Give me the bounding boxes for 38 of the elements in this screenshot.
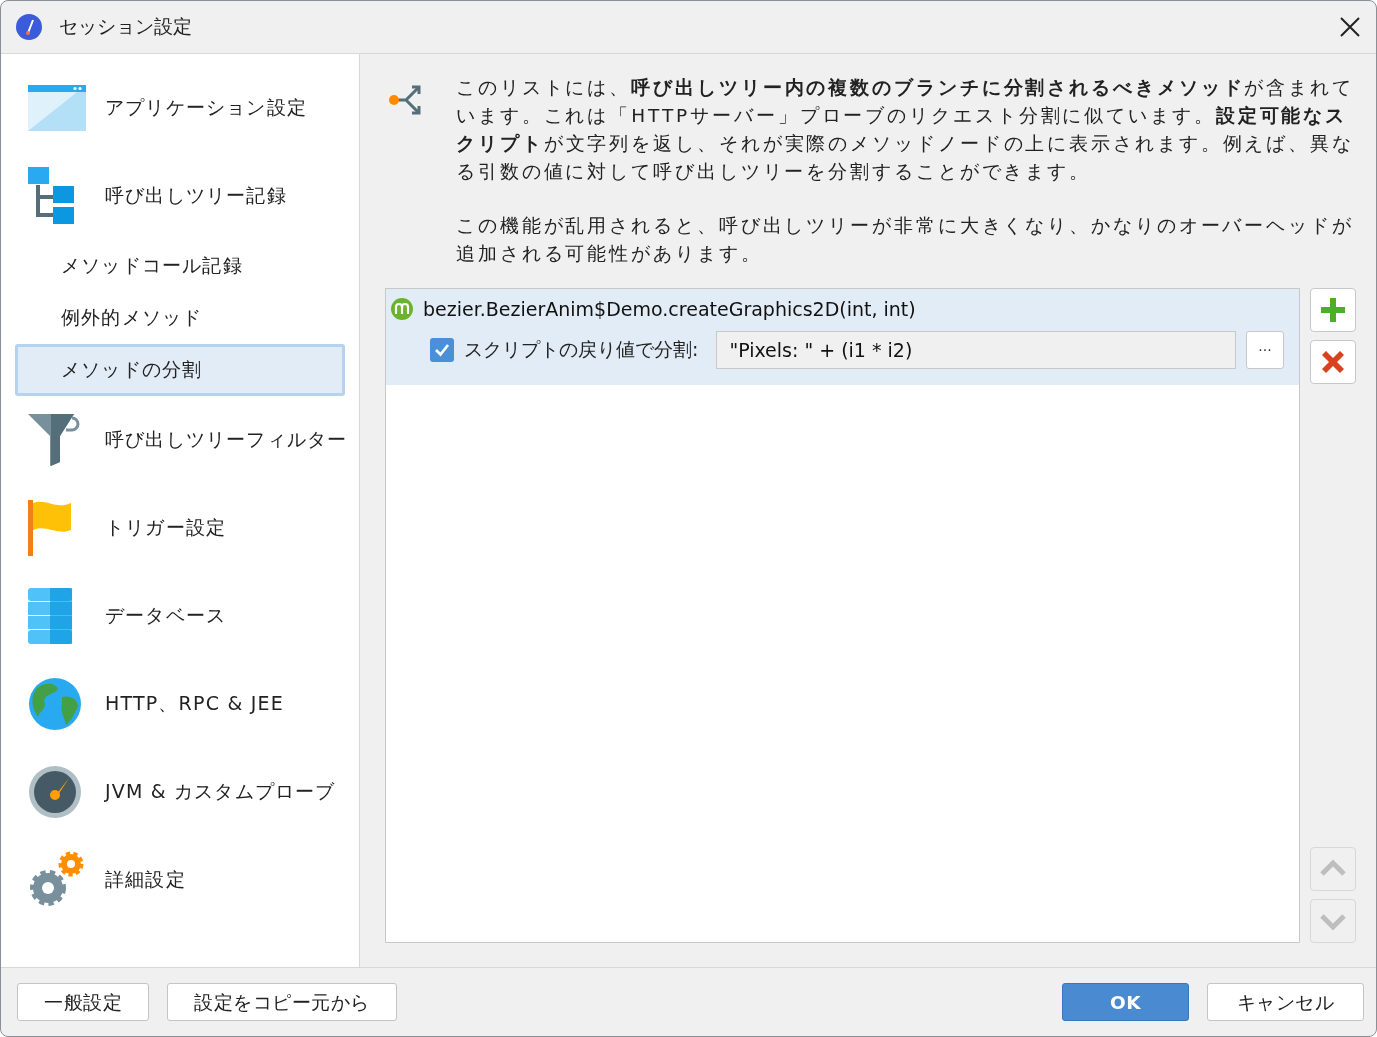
close-icon[interactable] xyxy=(1338,15,1362,39)
method-icon xyxy=(390,297,414,321)
cancel-button[interactable]: キャンセル xyxy=(1207,983,1364,1021)
funnel-icon xyxy=(28,414,82,466)
sidebar-item[interactable]: トリガー設定 xyxy=(105,515,227,541)
browse-button[interactable]: ··· xyxy=(1246,331,1284,369)
add-icon xyxy=(1319,296,1347,324)
sidebar-item[interactable]: メソッドコール記録 xyxy=(15,240,345,292)
script-field[interactable]: "Pixels: " + (i1 * i2) xyxy=(716,331,1236,369)
sidebar-item[interactable]: 呼び出しツリーフィルター xyxy=(105,427,348,453)
description-text: この機能が乱用されると、呼び出しツリーが非常に大きくなり、かなりのオーバーヘッドが追加される可能性があります。 xyxy=(456,214,1355,266)
window-icon xyxy=(28,85,86,131)
globe-icon xyxy=(28,677,82,731)
database-icon xyxy=(28,588,72,644)
method-row[interactable]: bezier.BezierAnim$Demo.createGraphics2D(int, int) スクリプトの戻り値で分割: "Pixels: " + (i1 * i2) ··· xyxy=(386,289,1299,385)
sidebar-item[interactable]: 呼び出しツリー記録 xyxy=(105,183,287,209)
sidebar-item[interactable]: 例外的メソッド xyxy=(15,292,345,344)
ok-button[interactable]: OK xyxy=(1062,983,1189,1021)
checkbox[interactable] xyxy=(430,338,454,362)
description-text: このリストには、呼び出しツリー内の複数のブランチに分割されるべきメソッドが含まれています。これは「HTTPサーバー」プローブのリクエスト分割に似ています。設定可能なスクリプトが文字列を返し、それが実際のメソッドノードの上に表示されます。例えば、異なる引数の値に対して呼び出しツリーを分割することができます。 xyxy=(456,76,1355,184)
sidebar-item[interactable]: データベース xyxy=(105,603,227,629)
method-name[interactable]: bezier.BezierAnim$Demo.createGraphics2D(int, int) xyxy=(423,298,916,320)
add-button[interactable] xyxy=(1310,288,1356,332)
sidebar-item[interactable]: JVM & カスタムプローブ xyxy=(105,779,336,805)
checkbox-label: スクリプトの戻り値で分割: xyxy=(464,337,699,362)
tree-icon xyxy=(28,167,76,225)
footer-button[interactable]: 一般設定 xyxy=(17,983,149,1021)
sidebar-item[interactable]: HTTP、RPC & JEE xyxy=(105,691,284,717)
app-logo-icon xyxy=(15,13,43,41)
sidebar-item[interactable]: アプリケーション設定 xyxy=(105,95,307,121)
sidebar-item[interactable]: 詳細設定 xyxy=(105,867,186,893)
remove-button[interactable] xyxy=(1310,340,1356,384)
sidebar-item[interactable]: メソッドの分割 xyxy=(15,344,345,396)
window-title: セッション設定 xyxy=(59,14,192,39)
flag-icon xyxy=(28,500,72,556)
gauge-icon xyxy=(28,765,82,819)
gears-icon xyxy=(28,851,86,909)
footer-button[interactable]: 設定をコピー元から xyxy=(167,983,397,1021)
